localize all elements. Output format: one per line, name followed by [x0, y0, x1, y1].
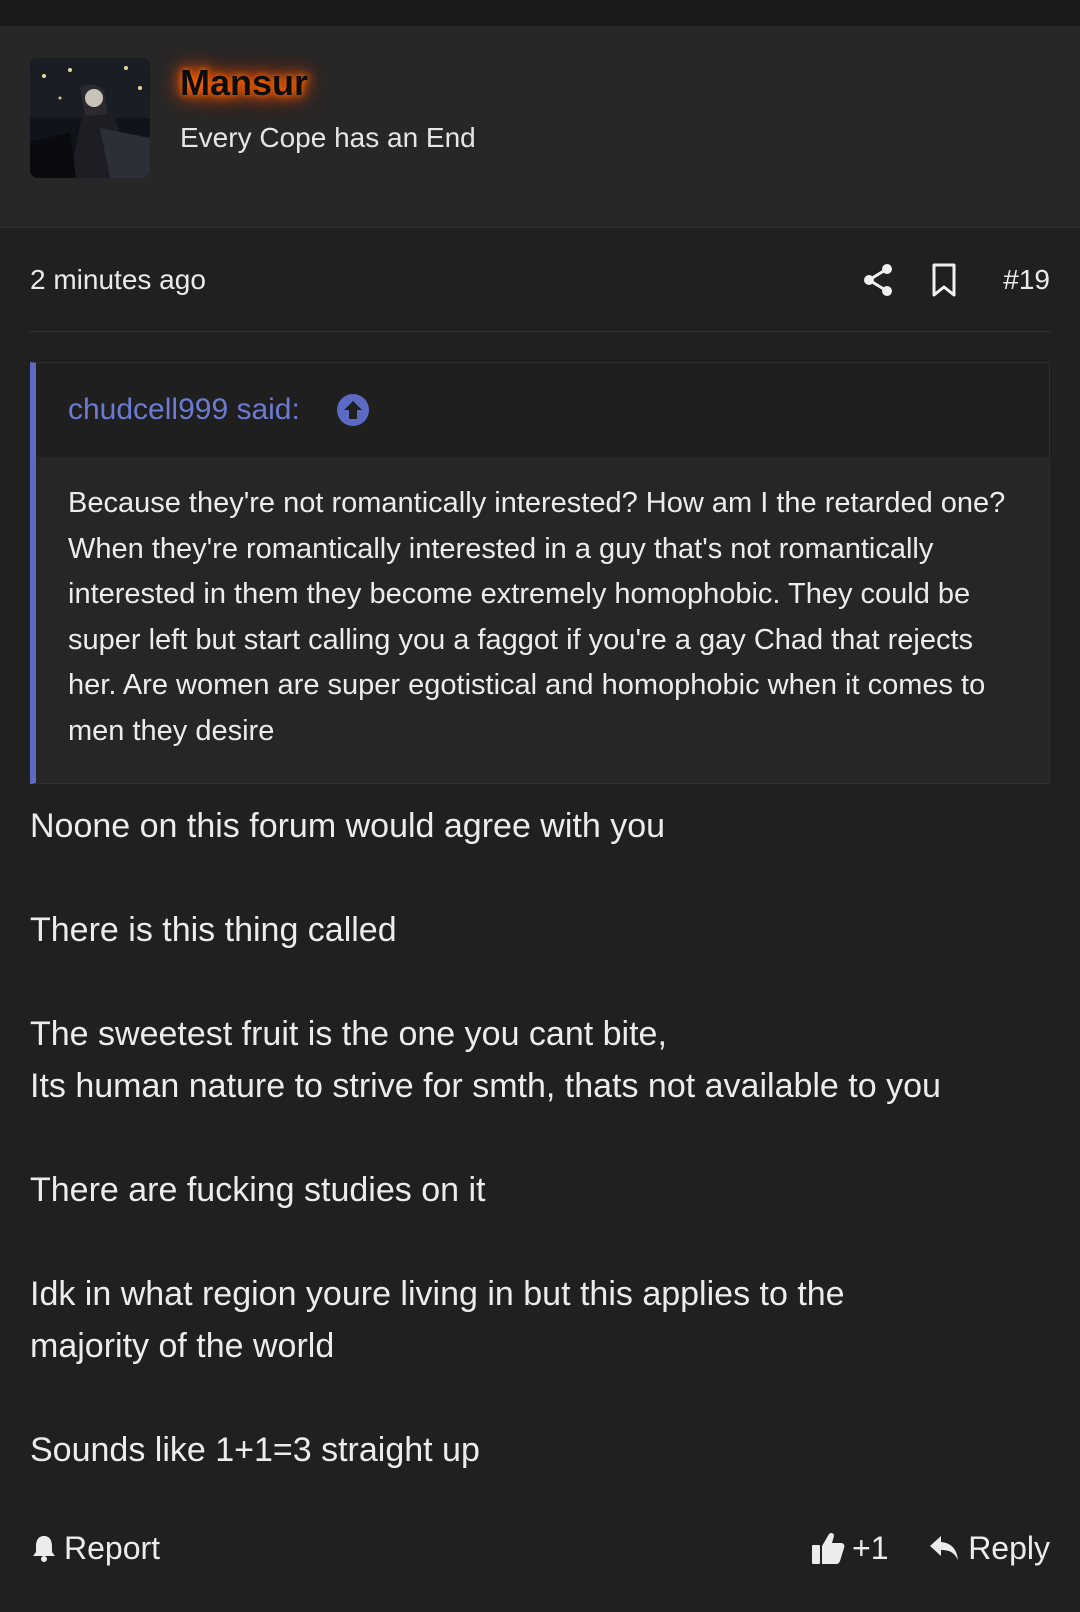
top-bar: [0, 0, 1080, 26]
message-paragraph: There is this thing called: [30, 911, 397, 949]
post-number-link[interactable]: #19: [1003, 264, 1050, 296]
message-line: The sweetest fruit is the one you cant b…: [30, 1015, 667, 1053]
message-paragraph: Sounds like 1+1=3 straight up: [30, 1431, 480, 1469]
report-label: Report: [64, 1529, 161, 1566]
post-message: Noone on this forum would agree with you…: [30, 800, 1060, 1476]
quote-author-link[interactable]: chudcell999 said:: [68, 393, 300, 427]
like-count: +1: [852, 1529, 889, 1566]
arrow-up-circle-icon[interactable]: [336, 393, 370, 427]
username[interactable]: Mansur: [180, 62, 308, 104]
message-paragraph: There are fucking studies on it: [30, 1171, 486, 1209]
message-line: majority of the world: [30, 1327, 335, 1365]
message-paragraph: Noone on this forum would agree with you: [30, 807, 666, 845]
quote-header: chudcell999 said:: [36, 363, 1049, 457]
bell-icon: [30, 1533, 58, 1563]
post-meta: 2 minutes ago #19: [30, 258, 1050, 304]
like-button[interactable]: +1: [810, 1524, 888, 1572]
bookmark-icon[interactable]: [928, 262, 960, 298]
post-author-header: Mansur Every Cope has an End: [0, 26, 1080, 254]
report-button[interactable]: Report: [30, 1524, 160, 1572]
reply-label: Reply: [968, 1529, 1050, 1566]
quote-text: Because they're not romantically interes…: [68, 487, 1006, 747]
avatar[interactable]: [30, 58, 150, 178]
header-notch: [62, 228, 114, 254]
post-timestamp[interactable]: 2 minutes ago: [30, 264, 206, 296]
avatar-image: [30, 58, 150, 178]
share-icon[interactable]: [860, 262, 896, 298]
meta-divider: [30, 331, 1050, 332]
thumbs-up-icon: [810, 1530, 846, 1566]
user-title: Every Cope has an End: [180, 122, 476, 153]
quote-block: chudcell999 said: Because they're not ro…: [30, 362, 1050, 784]
message-line: Its human nature to strive for smth, tha…: [30, 1067, 941, 1105]
reply-button[interactable]: Reply: [928, 1524, 1050, 1572]
post-actions: Report +1 Reply: [30, 1524, 1050, 1574]
reply-arrow-icon: [928, 1533, 960, 1563]
message-line: Idk in what region youre living in but t…: [30, 1275, 845, 1313]
